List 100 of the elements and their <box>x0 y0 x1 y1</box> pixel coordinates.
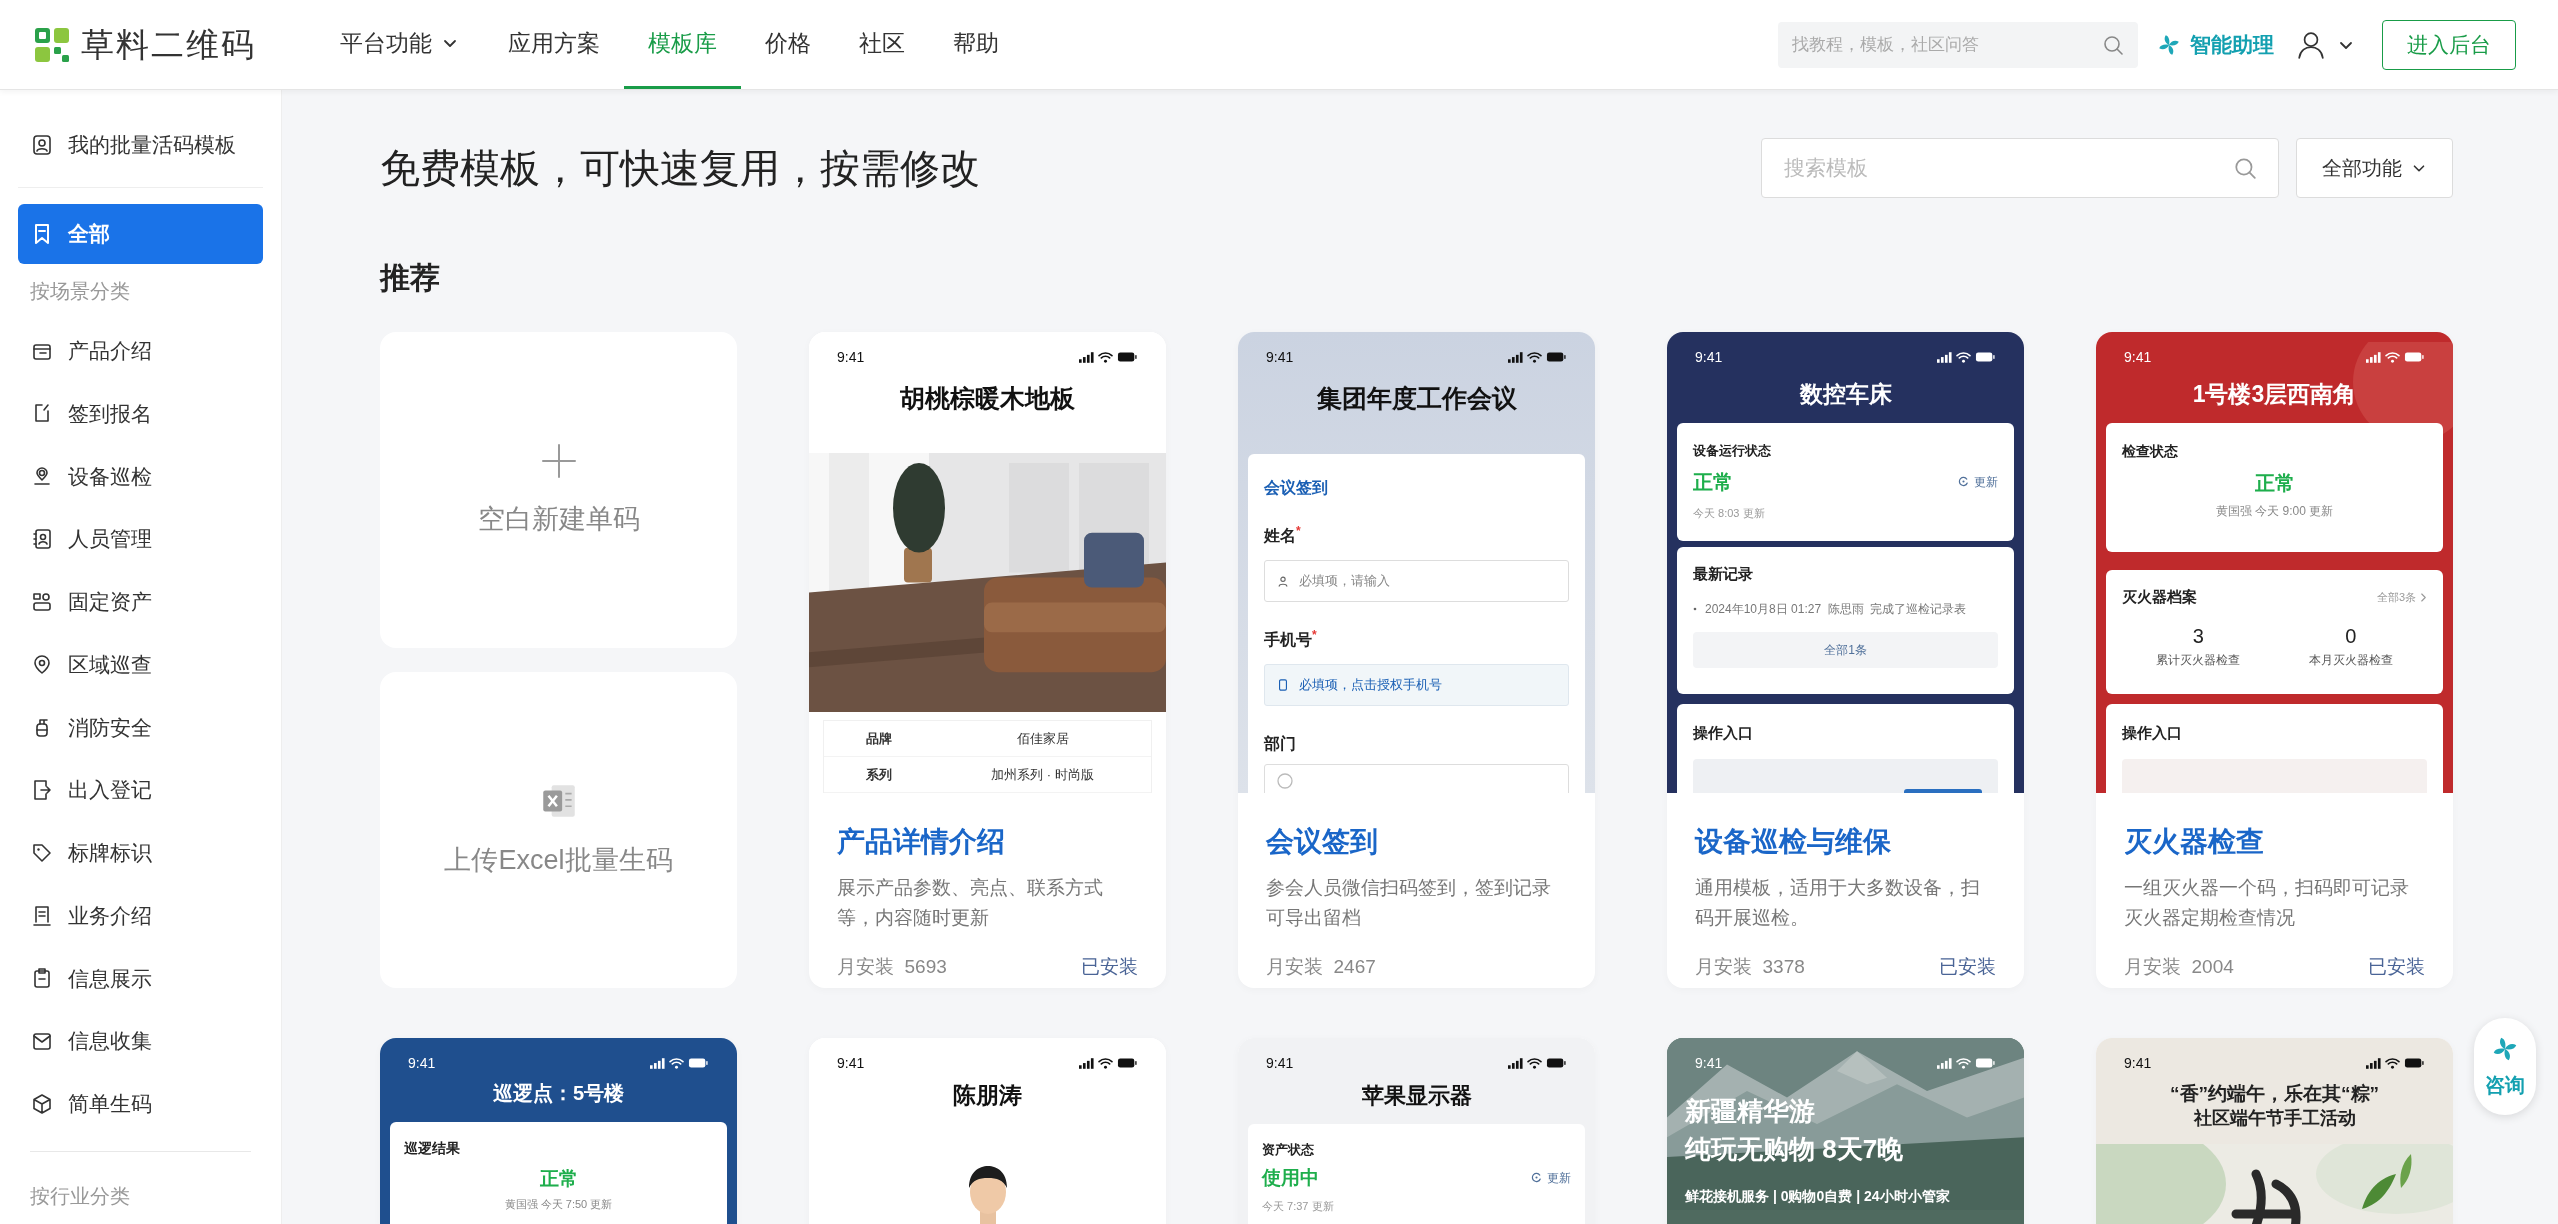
console-button[interactable]: 进入后台 <box>2382 19 2516 70</box>
blank-code-card[interactable]: 空白新建单码 <box>380 332 737 648</box>
stat-value: 0 <box>2345 623 2357 649</box>
sidebar-item[interactable]: 区域巡查 <box>18 633 263 696</box>
status-value: 使用中 <box>1262 1165 1319 1190</box>
spec-value: 佰佳家居 <box>1015 729 1070 748</box>
status-time: 9:41 <box>1695 347 1723 367</box>
excel-upload-card[interactable]: 上传Excel批量生码 <box>380 672 737 988</box>
template-title: 设备巡检与维保 <box>1695 825 1892 859</box>
spec-value: 加州系列 · 时尚版 <box>990 765 1095 784</box>
install-count: 月安装 5693 <box>837 955 947 979</box>
search-field[interactable]: 搜索模板 <box>1761 138 2279 198</box>
preview-title: 巡逻点：5号楼 <box>491 1081 626 1106</box>
preview-title: “香”约端午，乐在其“粽” <box>2169 1082 2380 1106</box>
status-time: 9:41 <box>2124 1053 2152 1073</box>
status-time: 9:41 <box>1266 1053 1294 1073</box>
template-title: 会议签到 <box>1266 825 1379 859</box>
install-count: 月安装 2004 <box>2124 955 2234 979</box>
preview-title: 数控车床 <box>1798 379 1893 409</box>
template-card[interactable]: 9:41 巡逻点：5号楼 巡逻结果 正常 黄国强 今天 7:50 更新 <box>380 1038 737 1224</box>
sidebar-item[interactable]: 信息展示 <box>18 947 263 1010</box>
show-all-link: 全部3条 <box>2376 589 2427 606</box>
field-label: 手机号$^{*}$ <box>1264 628 1318 650</box>
update-time: 黄国强 今天 7:50 更新 <box>504 1196 613 1212</box>
status-label: 巡逻结果 <box>404 1139 460 1158</box>
search-field[interactable]: 找教程，模板，社区问答 <box>1778 21 2138 68</box>
preview-title: 1号楼3层西南角 <box>2191 379 2358 409</box>
panel-title: 最新记录 <box>1693 564 1754 584</box>
template-title: 产品详情介绍 <box>837 825 1006 859</box>
logo-text[interactable]: 草料二维码 <box>81 19 256 70</box>
stat-value: 3 <box>2192 623 2204 649</box>
sidebar-item[interactable]: 固定资产 <box>18 570 263 634</box>
sidebar-item[interactable]: 业务介绍 <box>18 884 263 947</box>
sidebar-item[interactable]: 标牌标识 <box>18 821 263 885</box>
update-time: 今天 8:03 更新 <box>1693 505 1766 521</box>
template-title: 灭火器检查 <box>2124 825 2265 859</box>
sidebar-item[interactable]: 简单生码 <box>18 1072 263 1136</box>
sidebar-item[interactable]: 消防安全 <box>18 695 263 759</box>
sidebar-item[interactable]: 设备巡检 <box>18 444 263 508</box>
panel-title: 操作入口 <box>1693 723 1754 743</box>
template-card[interactable]: 9:41 胡桃棕暖木地板 品牌 佰佳家居 系列 加州系列 · 时尚版 产品详情介绍 展示产品参数、亮点、联系方式等，内容随时更新 月安装 5693 已安装 <box>809 332 1166 988</box>
nav-tab[interactable]: 帮助 <box>929 0 1023 89</box>
panel-title: 灭火器档案 <box>2122 587 2197 607</box>
status-time: 9:41 <box>1266 347 1294 367</box>
template-description: 参会人员微信扫码签到，签到记录可导出留档 <box>1266 876 1552 930</box>
sidebar-item[interactable]: 人员管理 <box>18 507 263 571</box>
category-heading: 按场景分类 <box>29 279 131 305</box>
template-card[interactable]: 9:41 苹果显示器 资产状态 使用中 更新 今天 7:37 更新 <box>1238 1038 1595 1224</box>
form-title: 会议签到 <box>1264 478 1329 498</box>
template-description: 展示产品参数、亮点、联系方式等，内容随时更新 <box>837 876 1104 930</box>
sidebar-item[interactable]: 出入登记 <box>18 758 263 822</box>
spec-label: 品牌 <box>865 729 893 748</box>
template-description: 一组灭火器一个码，扫码即可记录灭火器定期检查情况 <box>2124 876 2410 930</box>
template-card[interactable]: 9:41 集团年度工作会议 会议签到 姓名$^{*}$ 必填项，请输入 手机号$^{*}$ 必填项，点击授权手机号 部门 会议签到 参会人员微信扫码签到，签到记录可导出留档 月安装 2467 <box>1238 332 1595 988</box>
record-text: 2024年10月8日 01:27 陈思雨 完成了巡检记录表 <box>1705 600 1967 618</box>
install-count: 月安装 3378 <box>1695 955 1805 979</box>
preview-title: 苹果显示器 <box>1360 1081 1473 1110</box>
update-time: 黄国强 今天 9:00 更新 <box>2215 503 2334 520</box>
filter-dropdown[interactable]: 全部功能 <box>2296 138 2453 198</box>
status-time: 9:41 <box>408 1053 436 1073</box>
saved-templates-link[interactable]: 我的批量活码模板 <box>18 119 263 171</box>
template-card[interactable]: 9:41 数控车床 设备运行状态 正常 更新 今天 8:03 更新 最新记录 2024年10月8日 01:27 陈思雨 完成了巡检记录表 全部1条 操作入口 设备巡检与维保 通用模板，适用于大多数设备，扫码开展巡检。 月安装 3378 已安装 <box>1667 332 2024 988</box>
nav-tab[interactable]: 平台功能 <box>316 0 484 89</box>
show-all-button: 全部1条 <box>1693 631 1998 668</box>
field-label: 姓名$^{*}$ <box>1264 524 1302 546</box>
preview-title: 集团年度工作会议 <box>1315 383 1518 415</box>
preview-title: 社区端午节手工活动 <box>2192 1106 2357 1130</box>
installed-label: 已安装 <box>1939 955 1996 979</box>
input-field: 必填项，请输入 <box>1264 560 1569 602</box>
preview-title: 胡桃棕暖木地板 <box>899 383 1076 415</box>
panel-title: 操作入口 <box>2122 723 2183 743</box>
refresh-link: 更新 <box>1957 472 1998 491</box>
template-card[interactable]: 9:41 1号楼3层西南角 检查状态 正常 黄国强 今天 9:00 更新 灭火器档案 全部3条 3 累计灭火器检查 0 本月灭火器检查 操作入口 灭火器检查 一组灭火器一个码，扫码即可记录灭火器定期检查情况 月安装 2004 已安装 <box>2096 332 2453 988</box>
template-card[interactable]: 9:41 “香”约端午，乐在其“粽” 社区端午节手工活动 <box>2096 1038 2453 1224</box>
sidebar-item[interactable]: 信息收集 <box>18 1009 263 1073</box>
nav-tab[interactable]: 价格 <box>741 0 835 89</box>
status-value: 正常 <box>2254 471 2295 496</box>
installed-label: 已安装 <box>1081 955 1138 979</box>
nav-tab[interactable]: 模板库 <box>624 0 741 89</box>
sidebar-item[interactable]: 产品介绍 <box>18 319 263 383</box>
nav-tab[interactable]: 社区 <box>835 0 929 89</box>
status-time: 9:41 <box>837 347 865 367</box>
page-title: 免费模板，可快速复用，按需修改 <box>380 145 980 192</box>
nav-tab[interactable]: 应用方案 <box>484 0 624 89</box>
headline-text: 新疆精华游 <box>1685 1095 1816 1128</box>
status-label: 资产状态 <box>1262 1141 1315 1159</box>
template-description: 通用模板，适用于大多数设备，扫码开展巡检。 <box>1695 876 1981 930</box>
sidebar-item[interactable]: 签到报名 <box>18 382 263 445</box>
status-label: 设备运行状态 <box>1693 442 1772 460</box>
tagline-text: 鲜花接机服务 | 0购物0自费 | 24小时小管家 <box>1685 1187 1951 1206</box>
refresh-link: 更新 <box>1530 1168 1571 1187</box>
status-time: 9:41 <box>837 1053 865 1073</box>
spec-label: 系列 <box>865 765 893 784</box>
field-label: 部门 <box>1264 734 1297 754</box>
category-heading: 按行业分类 <box>29 1184 131 1210</box>
template-card[interactable]: 9:41 新疆精华游 纯玩无购物 8天7晚 鲜花接机服务 | 0购物0自费 | 24小时小管家 <box>1667 1038 2024 1224</box>
status-label: 检查状态 <box>2122 442 2178 461</box>
install-count: 月安装 2467 <box>1266 955 1376 979</box>
sidebar-item[interactable]: 全部 <box>18 203 263 264</box>
stat-label: 本月灭火器检查 <box>2308 651 2393 669</box>
